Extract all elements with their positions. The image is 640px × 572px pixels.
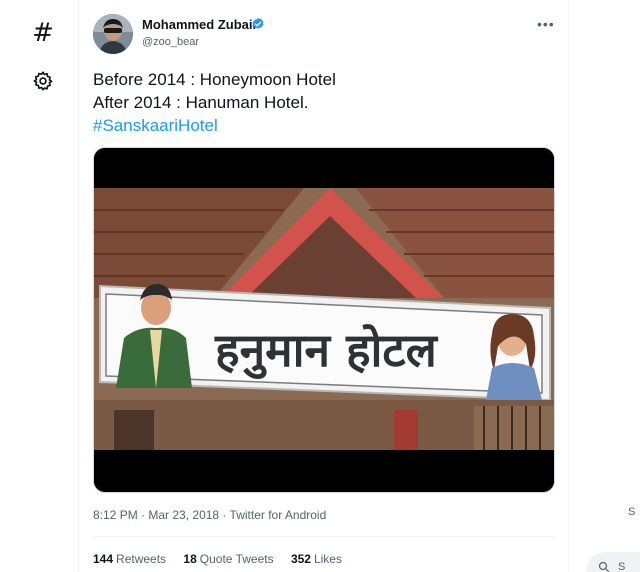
more-options-button[interactable]: ••• xyxy=(537,17,555,31)
tweet-card: Mohammed Zubair @zoo_bear ••• Before 201… xyxy=(79,0,568,572)
retweets-count: 144 xyxy=(93,552,114,566)
search-placeholder: S xyxy=(618,561,626,572)
meta-separator: · xyxy=(219,508,230,522)
meta-separator: · xyxy=(137,508,149,522)
search-bar[interactable]: S xyxy=(586,552,640,572)
author-handle[interactable]: @zoo_bear xyxy=(142,36,199,48)
tweet-text-line-1: Before 2014 : Honeymoon Hotel xyxy=(93,70,336,89)
sign-text: हनुमान होटल xyxy=(214,323,438,380)
likes-count: 352 xyxy=(290,552,311,566)
tweet-time[interactable]: 8:12 PM xyxy=(93,508,138,522)
tweet-meta: 8:12 PM · Mar 23, 2018 · Twitter for And… xyxy=(93,508,326,522)
retweets-label: Retweets xyxy=(116,552,167,566)
tweet-text: Before 2014 : Honeymoon Hotel After 2014… xyxy=(93,68,336,137)
quotes-count: 18 xyxy=(183,552,197,566)
verified-badge-icon xyxy=(251,17,265,31)
quote-tweets-stat[interactable]: 18 Quote Tweets xyxy=(183,552,273,566)
left-navigation-rail: # xyxy=(0,0,78,572)
hashtag-link[interactable]: #SanskaariHotel xyxy=(93,114,336,137)
avatar[interactable] xyxy=(93,14,133,54)
tweet-stats: 144 Retweets 18 Quote Tweets 352 Likes xyxy=(93,552,356,566)
tweet-media-image[interactable]: हनुमान होटल xyxy=(93,147,555,493)
likes-label: Likes xyxy=(313,552,342,566)
likes-stat[interactable]: 352 Likes xyxy=(291,552,342,566)
tweet-text-line-2: After 2014 : Hanuman Hotel. xyxy=(93,93,309,112)
sidebar-peek-text: S xyxy=(628,506,636,518)
tweet-source: Twitter for Android xyxy=(229,508,327,522)
column-divider-right xyxy=(568,0,569,572)
search-icon xyxy=(598,561,610,572)
retweets-stat[interactable]: 144 Retweets xyxy=(93,552,166,566)
hash-icon[interactable]: # xyxy=(30,20,56,46)
gear-icon[interactable] xyxy=(30,68,56,94)
tweet-date[interactable]: Mar 23, 2018 xyxy=(148,508,219,522)
stats-divider xyxy=(93,536,555,537)
quotes-label: Quote Tweets xyxy=(199,552,274,566)
author-name[interactable]: Mohammed Zubair xyxy=(142,17,258,32)
